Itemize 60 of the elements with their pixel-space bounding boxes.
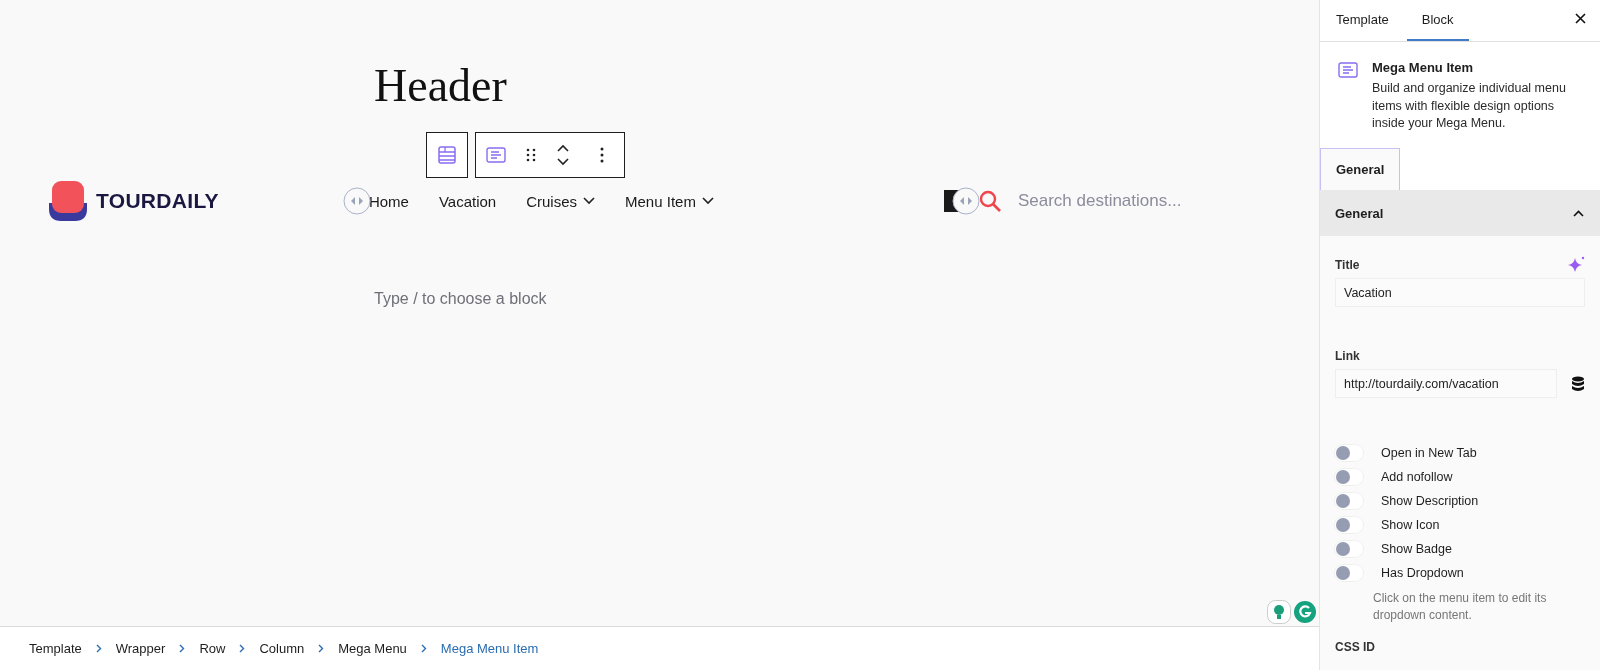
toggle-switch[interactable] bbox=[1335, 469, 1363, 485]
chevron-right-icon bbox=[179, 644, 186, 653]
field-label: CSS ID bbox=[1335, 640, 1376, 654]
breadcrumb-link[interactable]: Row bbox=[199, 641, 226, 656]
nav-link[interactable]: Menu Item bbox=[625, 192, 714, 210]
toggle-switch[interactable] bbox=[1335, 445, 1363, 461]
toggle-label: Show Description bbox=[1381, 494, 1479, 508]
search-field[interactable]: Search destinations... bbox=[1015, 190, 1250, 212]
toggle-switch[interactable] bbox=[1335, 517, 1363, 533]
grammar-assistant-icon[interactable] bbox=[1293, 600, 1317, 624]
nav-link[interactable]: Cruises bbox=[526, 192, 596, 210]
more-vertical-icon bbox=[600, 147, 604, 163]
toggle-label: Open in New Tab bbox=[1381, 446, 1477, 460]
field-label: Title bbox=[1335, 258, 1360, 272]
breadcrumb-link[interactable]: Mega Menu bbox=[338, 641, 407, 656]
menu-item-icon bbox=[486, 147, 506, 163]
toggle-label: Show Icon bbox=[1381, 518, 1440, 532]
breadcrumb-link[interactable]: Wrapper bbox=[115, 641, 166, 656]
nav-link[interactable]: Home bbox=[368, 192, 409, 210]
chevron-right-icon bbox=[318, 644, 325, 653]
toggle-switch[interactable] bbox=[1335, 541, 1363, 557]
chevron-right-icon bbox=[420, 644, 427, 653]
breadcrumb-link[interactable]: Column bbox=[259, 641, 305, 656]
drag-handle-icon[interactable] bbox=[342, 186, 371, 215]
panel-tab[interactable]: General bbox=[1320, 148, 1401, 190]
block-description: Build and organize individual menu items with flexible design options inside your Mega Menu. bbox=[1372, 80, 1567, 132]
input-field[interactable]: http://tourdaily.com/vacation bbox=[1335, 369, 1557, 398]
bulb-icon[interactable] bbox=[1267, 600, 1291, 624]
layout-icon bbox=[437, 145, 457, 165]
toggle-label: Add nofollow bbox=[1381, 470, 1453, 484]
breadcrumb-link[interactable]: Mega Menu Item bbox=[440, 641, 539, 656]
up-down-chevron-icon bbox=[556, 143, 570, 167]
breadcrumb-link[interactable]: Template bbox=[29, 641, 82, 656]
chevron-down-icon bbox=[701, 197, 714, 205]
toggle-switch[interactable] bbox=[1335, 493, 1363, 509]
toggle-label: Has Dropdown bbox=[1381, 566, 1464, 580]
chevron-down-icon bbox=[583, 197, 596, 205]
block-inserter-field[interactable]: Type / to choose a block bbox=[374, 290, 547, 308]
drag-handle-icon[interactable] bbox=[951, 187, 980, 215]
sidebar-tab[interactable]: Template bbox=[1326, 0, 1399, 41]
toggle-switch[interactable] bbox=[1335, 565, 1363, 581]
field-label: Link bbox=[1335, 349, 1360, 363]
sidebar-tab[interactable]: Block bbox=[1406, 0, 1469, 41]
search-icon[interactable] bbox=[977, 189, 1002, 213]
input-field[interactable]: Vacation bbox=[1335, 278, 1585, 307]
close-icon bbox=[1575, 13, 1586, 24]
block-title: Mega Menu Item bbox=[1372, 60, 1475, 75]
drag-dots-icon bbox=[526, 148, 536, 162]
logo-icon bbox=[48, 179, 88, 223]
help-text: Click on the menu item to edit its dropdown content. bbox=[1373, 590, 1548, 624]
nav-link[interactable]: Vacation bbox=[438, 192, 497, 210]
chevron-up-icon bbox=[1573, 209, 1584, 217]
database-icon[interactable] bbox=[1571, 375, 1585, 392]
section-header[interactable]: General bbox=[1320, 190, 1600, 236]
chevron-right-icon bbox=[239, 644, 246, 653]
logo-text: TOURDAILY bbox=[96, 189, 219, 213]
toggle-label: Show Badge bbox=[1381, 542, 1452, 556]
page-heading: Header bbox=[373, 59, 507, 113]
chevron-right-icon bbox=[95, 644, 102, 653]
menu-item-icon bbox=[1338, 62, 1358, 78]
